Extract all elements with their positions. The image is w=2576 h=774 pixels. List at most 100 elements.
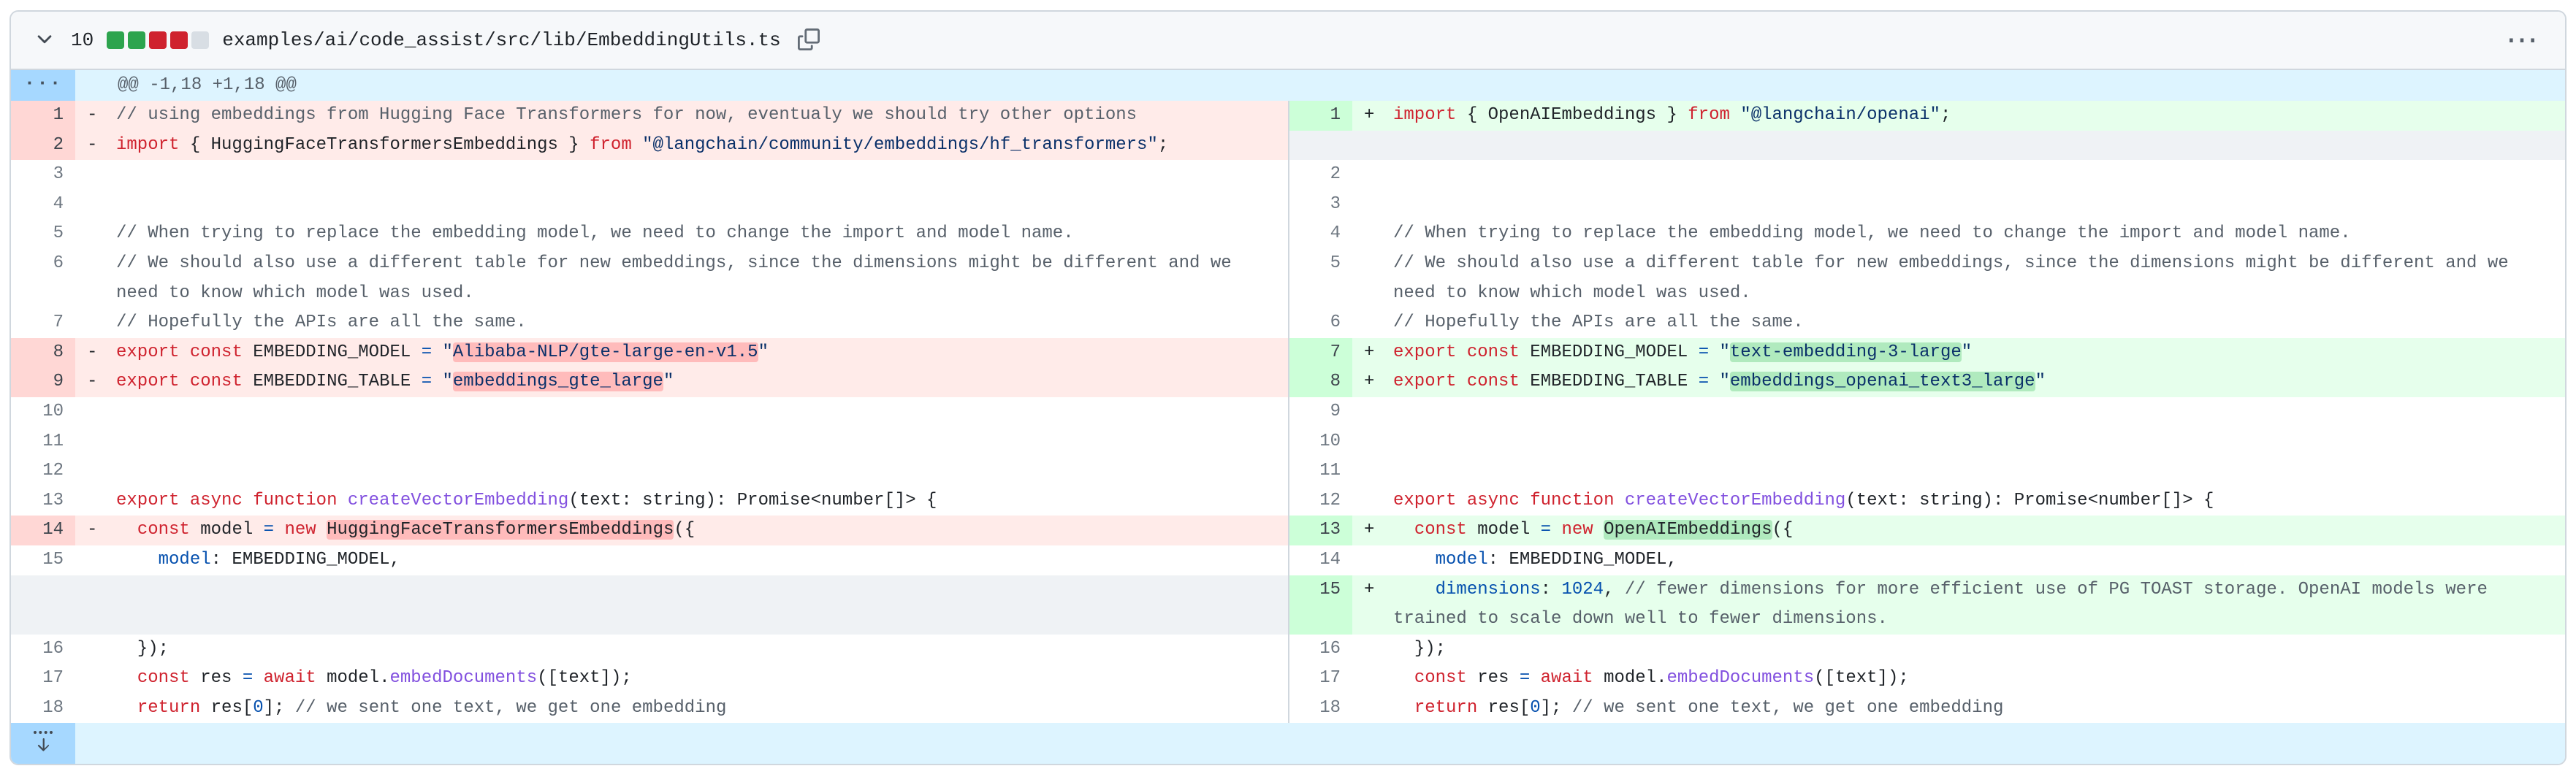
code-token: , (1604, 580, 1625, 599)
code-token (1520, 491, 1530, 510)
code-token: export (1393, 342, 1456, 362)
code-token: from (1688, 105, 1730, 125)
right-line-number[interactable]: 6 (1288, 308, 1352, 338)
left-line-number[interactable]: 4 (11, 190, 75, 220)
left-line-number[interactable]: 14 (11, 516, 75, 545)
left-line-number[interactable]: 10 (11, 397, 75, 427)
right-line-number[interactable]: 4 (1288, 219, 1352, 249)
code-token: createVectorEmbedding (1625, 491, 1845, 510)
right-line-number[interactable]: 18 (1288, 694, 1352, 724)
expand-hunk-button[interactable]: ··· (11, 70, 75, 101)
diff-row: 32 (11, 160, 2565, 190)
right-line-number[interactable]: 2 (1288, 160, 1352, 190)
left-code-line: // When trying to replace the embedding … (75, 219, 1288, 249)
right-line-number[interactable]: 7 (1288, 338, 1352, 368)
code-token (243, 491, 253, 510)
diff-sign: + (1352, 575, 1393, 635)
code-token: model (1436, 550, 1488, 570)
diff-table: 1-// using embeddings from Hugging Face … (11, 101, 2565, 723)
diff-sign (1352, 249, 1393, 308)
left-line-number[interactable]: 17 (11, 664, 75, 694)
code-token (1709, 342, 1719, 362)
diff-sign (1352, 545, 1393, 575)
left-code-line (75, 575, 1288, 635)
right-code-line: // Hopefully the APIs are all the same. (1352, 308, 2565, 338)
left-code-line: const res = await model.embedDocuments([… (75, 664, 1288, 694)
code-token: EMBEDDING_MODEL (1520, 342, 1699, 362)
right-line-number[interactable]: 17 (1288, 664, 1352, 694)
code-token: async (190, 491, 243, 510)
left-line-number[interactable]: 8 (11, 338, 75, 368)
chevron-down-icon (34, 28, 56, 53)
diff-row: 15 model: EMBEDDING_MODEL,14 model: EMBE… (11, 545, 2565, 575)
code-token: "@langchain/openai" (1740, 105, 1940, 125)
code-token: model (190, 520, 264, 540)
right-line-number[interactable]: 9 (1288, 397, 1352, 427)
right-line-number[interactable]: 3 (1288, 190, 1352, 220)
right-line-number[interactable]: 14 (1288, 545, 1352, 575)
code-token: await (1541, 668, 1593, 688)
code-content (1393, 456, 2565, 486)
right-line-number[interactable]: 11 (1288, 456, 1352, 486)
code-token: = (243, 668, 253, 688)
left-line-number[interactable]: 3 (11, 160, 75, 190)
code-content (116, 427, 1288, 457)
collapse-file-button[interactable] (31, 27, 58, 53)
left-line-number[interactable]: 1 (11, 101, 75, 131)
right-line-number[interactable]: 15 (1288, 575, 1352, 635)
code-token (337, 491, 347, 510)
code-content: model: EMBEDDING_MODEL, (116, 545, 1288, 575)
diff-sign (75, 160, 116, 190)
right-code-line: // When trying to replace the embedding … (1352, 219, 2565, 249)
code-token: { OpenAIEmbeddings } (1456, 105, 1688, 125)
fold-line-decoration (34, 731, 53, 734)
right-line-number[interactable]: 16 (1288, 635, 1352, 664)
left-line-number[interactable]: 2 (11, 131, 75, 161)
right-line-number[interactable]: 10 (1288, 427, 1352, 457)
left-line-number[interactable]: 16 (11, 635, 75, 664)
code-token (116, 698, 137, 718)
left-line-number[interactable]: 13 (11, 486, 75, 516)
left-line-number[interactable]: 18 (11, 694, 75, 724)
left-line-number[interactable]: 9 (11, 367, 75, 397)
left-line-number[interactable]: 15 (11, 545, 75, 575)
code-token: (text: string): Promise<number[]> { (568, 491, 937, 510)
left-code-line: // We should also use a different table … (75, 249, 1288, 308)
code-token: model (159, 550, 211, 570)
code-content: }); (116, 635, 1288, 664)
right-line-number[interactable]: 8 (1288, 367, 1352, 397)
diff-sign (75, 249, 116, 308)
code-token (1551, 520, 1561, 540)
hunk-row: ··· @@ -1,18 +1,18 @@ (11, 70, 2565, 101)
copy-path-button[interactable] (794, 26, 823, 55)
code-token: const (1414, 668, 1467, 688)
left-line-number[interactable]: 11 (11, 427, 75, 457)
right-code-line: // We should also use a different table … (1352, 249, 2565, 308)
left-code-line: -export const EMBEDDING_TABLE = "embeddi… (75, 367, 1288, 397)
code-token (1456, 372, 1466, 391)
left-line-number[interactable]: 6 (11, 249, 75, 308)
right-line-number[interactable]: 13 (1288, 516, 1352, 545)
code-token: // When trying to replace the embedding … (1393, 223, 2351, 243)
left-line-number[interactable]: 5 (11, 219, 75, 249)
right-line-number[interactable]: 5 (1288, 249, 1352, 308)
diff-row: 11 10 (11, 427, 2565, 457)
diff-sign: + (1352, 367, 1393, 397)
diff-sign (1352, 694, 1393, 724)
code-token: "@langchain/community/embeddings/hf_tran… (642, 135, 1158, 155)
left-line-number[interactable]: 12 (11, 456, 75, 486)
diff-row: 43 (11, 190, 2565, 220)
diff-sign (1352, 456, 1393, 486)
expand-down-button[interactable] (11, 723, 75, 764)
right-line-number[interactable]: 12 (1288, 486, 1352, 516)
file-options-button[interactable]: ⋯ (2501, 33, 2545, 47)
code-token: embedDocuments (1667, 668, 1815, 688)
code-token (179, 342, 189, 362)
right-code-line: return res[0]; // we sent one text, we g… (1352, 694, 2565, 724)
right-line-number[interactable]: 1 (1288, 101, 1352, 131)
left-line-number[interactable]: 7 (11, 308, 75, 338)
diff-sign (1352, 219, 1393, 249)
code-token: export (116, 342, 179, 362)
file-path[interactable]: examples/ai/code_assist/src/lib/Embeddin… (222, 29, 781, 51)
code-content (116, 397, 1288, 427)
